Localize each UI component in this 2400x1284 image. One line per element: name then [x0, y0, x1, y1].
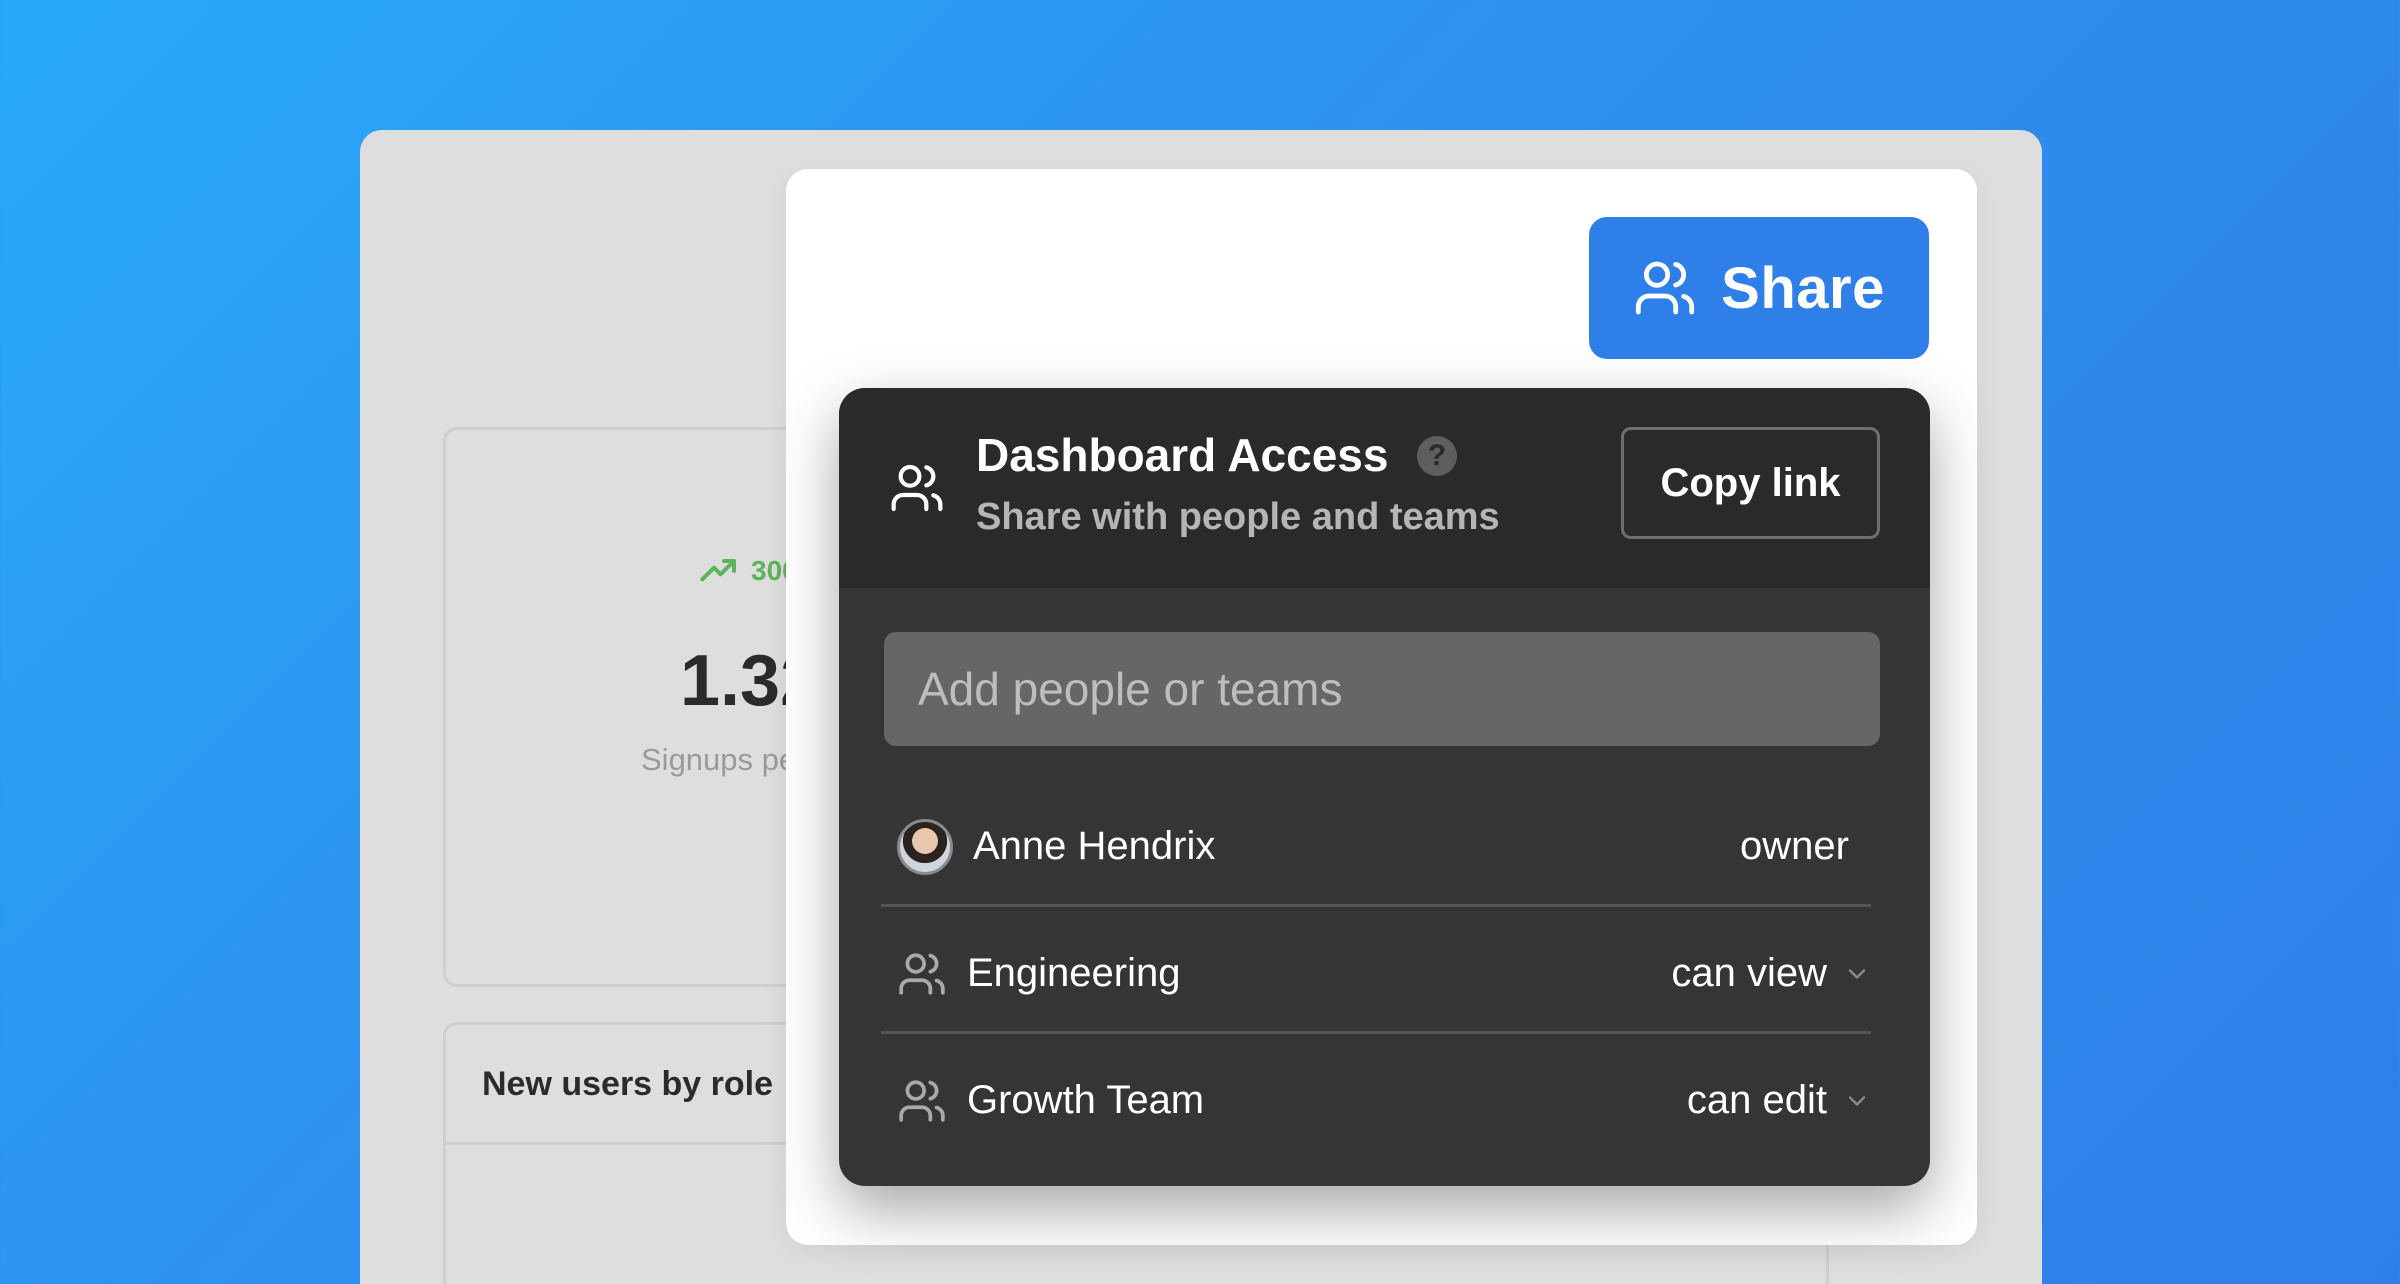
- share-button-label: Share: [1721, 255, 1885, 321]
- role-value: can view: [1671, 951, 1827, 995]
- member-name: Growth Team: [967, 1078, 1205, 1122]
- popover-header: Dashboard Access ? Share with people and…: [839, 388, 1930, 588]
- copy-link-button[interactable]: Copy link: [1621, 427, 1880, 539]
- role-dropdown[interactable]: can view: [1671, 951, 1871, 996]
- member-name: Engineering: [967, 951, 1181, 995]
- popover-subtitle: Share with people and teams: [976, 496, 1500, 538]
- trending-up-icon: [700, 559, 736, 582]
- chevron-down-icon: [1848, 1095, 1866, 1106]
- people-icon: [891, 464, 943, 512]
- row-divider: [881, 904, 1871, 907]
- help-icon[interactable]: ?: [1417, 436, 1457, 476]
- role-value: can edit: [1686, 1078, 1827, 1122]
- card-title: New users by role: [482, 1065, 774, 1103]
- member-role: owner: [1740, 824, 1849, 868]
- role-dropdown[interactable]: can edit: [1687, 1078, 1871, 1123]
- team-icon: [899, 1079, 945, 1122]
- add-people-input[interactable]: [884, 632, 1880, 746]
- member-row-growth-team: Growth Team can edit: [881, 1037, 1871, 1164]
- popover-title: Dashboard Access: [976, 429, 1389, 481]
- member-name: Anne Hendrix: [973, 824, 1216, 868]
- team-icon: [899, 952, 945, 995]
- share-popover: Dashboard Access ? Share with people and…: [839, 388, 1930, 1186]
- row-divider: [881, 1031, 1871, 1034]
- share-button[interactable]: Share: [1589, 217, 1929, 359]
- avatar: [897, 818, 953, 875]
- member-row-anne-hendrix: Anne Hendrix owner: [881, 783, 1871, 910]
- member-row-engineering: Engineering can view: [881, 910, 1871, 1037]
- people-icon: [1636, 261, 1695, 315]
- chevron-down-icon: [1848, 968, 1866, 979]
